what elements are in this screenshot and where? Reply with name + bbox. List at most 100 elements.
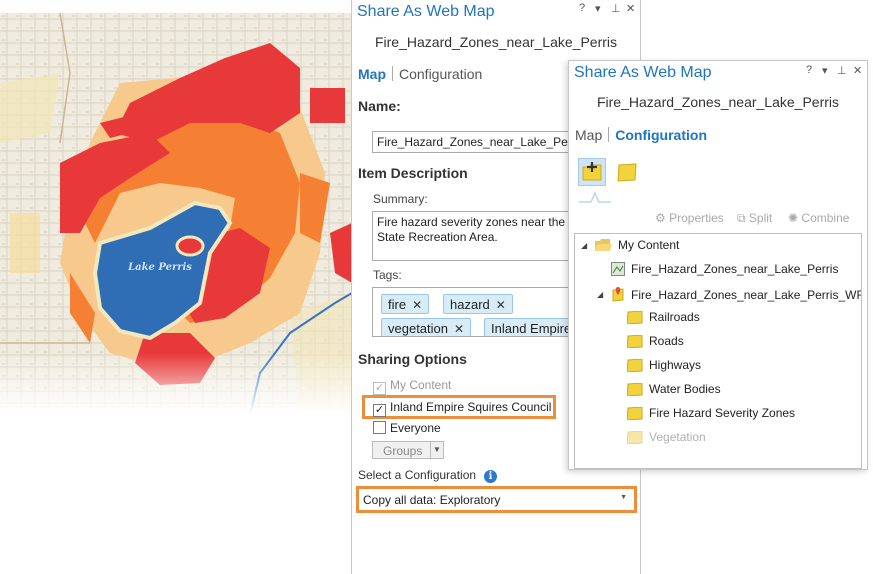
group-checkbox-row[interactable]: ✓ Inland Empire Squires Council — [373, 400, 551, 417]
item-description-heading: Item Description — [358, 165, 468, 181]
chevron-down-icon: ▼ — [620, 494, 627, 501]
tab-separator — [392, 66, 393, 81]
close-icon[interactable]: ✕ — [626, 2, 635, 15]
layer-icon — [617, 163, 637, 182]
tree-label: My Content — [618, 238, 680, 252]
combine-label: Combine — [801, 211, 850, 225]
select-configuration-label: Select a Configuration — [358, 468, 477, 482]
everyone-label: Everyone — [390, 421, 441, 435]
content-tree[interactable]: ◢ My Content Fire_Hazard_Zones_near_Lake… — [574, 233, 862, 469]
tag-chip: vegetation ✕ — [381, 318, 472, 336]
menu-dropdown-icon[interactable]: ▾ — [595, 2, 601, 15]
groups-dropdown-button[interactable]: Groups ▼ — [372, 441, 444, 459]
layer-icon — [626, 334, 643, 351]
help-icon[interactable]: ? — [806, 64, 812, 76]
my-content-label: My Content — [390, 378, 452, 392]
fire-hazard-map: Lake Perris — [0, 13, 352, 415]
tree-node-my-content[interactable]: My Content — [595, 238, 679, 255]
web-map-icon — [611, 262, 625, 279]
tags-label: Tags: — [373, 268, 402, 282]
collapse-arrow-icon[interactable]: ◢ — [597, 290, 603, 299]
tree-label: Fire_Hazard_Zones_near_Lake_Perris — [631, 262, 839, 276]
tab-separator — [608, 127, 610, 142]
summary-label: Summary: — [373, 192, 428, 206]
island — [175, 235, 205, 257]
tree-node-layer[interactable]: Vegetation — [626, 430, 706, 447]
selection-pointer — [579, 191, 611, 203]
pane-title: Share As Web Map — [357, 3, 495, 20]
configuration-value: Copy all data: Exploratory — [363, 493, 501, 507]
group-checkbox[interactable]: ✓ — [373, 404, 386, 417]
layer-icon — [626, 382, 643, 399]
layer-icon — [626, 310, 643, 327]
add-layer-button[interactable] — [578, 158, 606, 186]
sharing-options-heading: Sharing Options — [358, 351, 467, 367]
properties-label: Properties — [669, 211, 724, 225]
split-action[interactable]: ⧉ Split — [737, 211, 772, 226]
remove-tag-icon[interactable]: ✕ — [454, 322, 464, 336]
map-view[interactable]: Lake Perris — [0, 13, 352, 415]
tree-node-layer[interactable]: Roads — [626, 334, 684, 351]
pin-icon[interactable]: ⊥ — [837, 64, 847, 77]
groups-button-label: Groups — [383, 444, 423, 458]
tab-map[interactable]: Map — [575, 127, 602, 143]
tab-map[interactable]: Map — [358, 66, 386, 82]
configuration-select[interactable]: Copy all data: Exploratory ▼ — [360, 490, 633, 510]
select-configuration-row: Select a Configuration i — [358, 468, 498, 483]
remove-tag-icon[interactable]: ✕ — [496, 298, 506, 312]
pane-title: Share As Web Map — [574, 64, 712, 81]
combine-action[interactable]: ✺ Combine — [788, 211, 849, 225]
pane-title-bar: Share As Web Map ? ▾ ⊥ ✕ — [352, 0, 640, 24]
name-input[interactable]: Fire_Hazard_Zones_near_Lake_Perris — [372, 131, 570, 153]
share-web-map-config-pane: Share As Web Map ? ▾ ⊥ ✕ Fire_Hazard_Zon… — [568, 60, 868, 470]
properties-action[interactable]: ⚙ Properties — [655, 211, 724, 225]
tree-label: Water Bodies — [649, 382, 721, 396]
pane-title-bar: Share As Web Map ? ▾ ⊥ ✕ — [569, 61, 867, 85]
layer-icon — [626, 430, 643, 447]
tree-label: Fire_Hazard_Zones_near_Lake_Perris_WFL1 — [631, 288, 862, 302]
tag-chip: Inland Empire — [484, 318, 579, 336]
everyone-checkbox-row[interactable]: Everyone — [373, 421, 441, 435]
layer-icon — [626, 406, 643, 423]
tab-configuration[interactable]: Configuration — [615, 127, 707, 143]
web-layer-button[interactable] — [614, 159, 640, 185]
split-label: Split — [748, 211, 773, 225]
split-icon: ⧉ — [737, 211, 746, 225]
tag-text: Inland Empire — [491, 321, 572, 336]
tag-chip: hazard ✕ — [443, 294, 513, 314]
my-content-checkbox-row: ✓ My Content — [373, 378, 451, 395]
chevron-down-icon: ▼ — [430, 442, 443, 458]
remove-tag-icon[interactable]: ✕ — [412, 298, 422, 312]
tab-configuration[interactable]: Configuration — [399, 66, 482, 82]
tree-node-layer[interactable]: Water Bodies — [626, 382, 721, 399]
tree-label: Railroads — [649, 310, 700, 324]
close-icon[interactable]: ✕ — [853, 64, 862, 77]
add-folder-icon — [582, 162, 602, 181]
layer-icon — [626, 358, 643, 375]
tag-chip: fire ✕ — [381, 294, 430, 314]
view-tabs: Map Configuration — [575, 127, 707, 143]
feature-layer-icon — [611, 286, 625, 305]
lake-label: Lake Perris — [127, 262, 192, 273]
tag-text: fire — [388, 297, 407, 312]
group-label: Inland Empire Squires Council — [390, 400, 552, 414]
item-name-header: Fire_Hazard_Zones_near_Lake_Perris — [596, 94, 840, 110]
tree-node-layer[interactable]: Fire Hazard Severity Zones — [626, 406, 796, 423]
everyone-checkbox[interactable] — [373, 421, 386, 434]
pin-icon[interactable]: ⊥ — [611, 2, 621, 15]
help-icon[interactable]: ? — [579, 2, 585, 14]
tree-label: Highways — [649, 358, 702, 372]
tag-text: vegetation — [388, 321, 448, 336]
name-label: Name: — [358, 98, 401, 114]
tree-node-feature-service[interactable]: Fire_Hazard_Zones_near_Lake_Perris_WFL1 — [611, 286, 862, 305]
menu-dropdown-icon[interactable]: ▾ — [822, 64, 828, 77]
tree-node-layer[interactable]: Railroads — [626, 310, 700, 327]
tree-label: Roads — [649, 334, 684, 348]
tree-node-layer[interactable]: Highways — [626, 358, 702, 375]
tree-label: Vegetation — [649, 430, 706, 444]
tree-node-web-map[interactable]: Fire_Hazard_Zones_near_Lake_Perris — [611, 262, 838, 279]
tree-label: Fire Hazard Severity Zones — [649, 406, 796, 420]
collapse-arrow-icon[interactable]: ◢ — [581, 241, 587, 250]
my-content-checkbox: ✓ — [373, 382, 386, 395]
info-icon[interactable]: i — [484, 470, 498, 483]
